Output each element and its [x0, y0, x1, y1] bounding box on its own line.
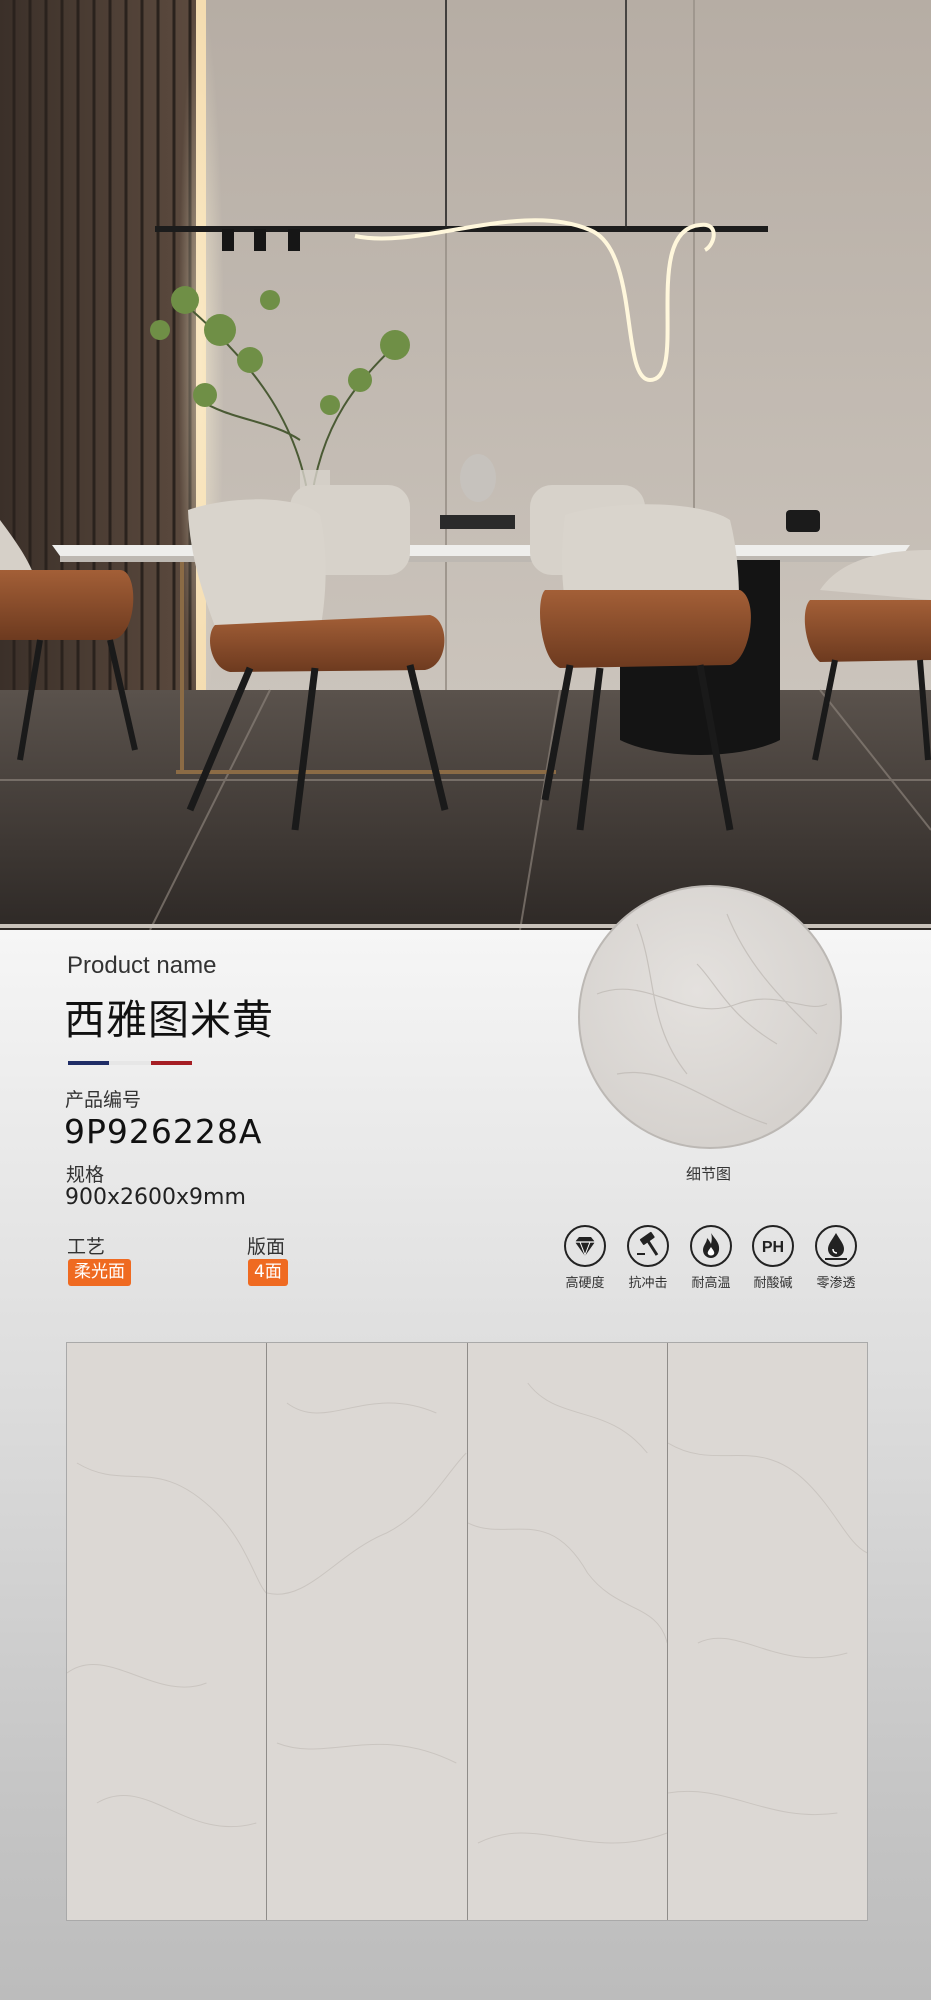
hero-room-image	[0, 0, 931, 930]
product-code-label: 产品编号	[65, 1089, 142, 1111]
feature-label: 耐高温	[691, 1276, 731, 1291]
slab-panel	[467, 1343, 668, 1920]
feature-label: 零渗透	[816, 1276, 856, 1291]
flame-icon	[690, 1225, 732, 1267]
feature-zero-absorption: 零渗透	[807, 1224, 865, 1291]
slab-panel-grid	[66, 1342, 868, 1921]
marble-texture-circle	[578, 885, 842, 1149]
detail-swatch	[577, 884, 843, 1150]
slab-texture	[467, 1343, 667, 1920]
diamond-icon	[564, 1225, 606, 1267]
feature-heat-resistance: 耐高温	[682, 1224, 740, 1291]
feature-label: 高硬度	[565, 1276, 605, 1291]
slab-panel	[667, 1343, 867, 1920]
feature-impact: 抗冲击	[619, 1224, 677, 1291]
product-name-label: Product name	[67, 952, 217, 979]
tricolor-divider	[68, 1061, 192, 1065]
slab-panel	[267, 1343, 468, 1920]
feature-label: 抗冲击	[628, 1276, 668, 1291]
slab-panel	[67, 1343, 268, 1920]
feature-label: 耐酸碱	[753, 1276, 793, 1291]
ph-icon-text: PH	[762, 1239, 784, 1256]
product-code: 9P926228A	[64, 1112, 263, 1151]
slab-texture	[667, 1343, 867, 1920]
face-count-badge: 4面	[248, 1259, 288, 1286]
water-drop-icon	[815, 1225, 857, 1267]
spec-label: 规格	[66, 1164, 105, 1186]
face-label: 版面	[247, 1236, 286, 1258]
craft-label: 工艺	[67, 1236, 106, 1258]
stripe-navy	[68, 1061, 110, 1065]
hammer-icon	[627, 1225, 669, 1267]
feature-hardness: 高硬度	[556, 1224, 614, 1291]
detail-caption: 细节图	[686, 1165, 732, 1183]
craft-badge: 柔光面	[68, 1259, 131, 1286]
ph-icon: PH	[752, 1225, 794, 1267]
product-name: 西雅图米黄	[64, 996, 274, 1044]
stripe-white	[109, 1061, 151, 1065]
slab-texture	[67, 1343, 267, 1920]
product-detail-page: Product name 西雅图米黄 产品编号 9P926228A 规格 900…	[0, 0, 931, 2000]
stripe-red	[150, 1061, 192, 1065]
slab-texture	[267, 1343, 467, 1920]
feature-acid-alkali: PH 耐酸碱	[744, 1224, 802, 1291]
spec-value: 900x2600x9mm	[65, 1185, 246, 1210]
dining-room-illustration	[0, 0, 931, 930]
